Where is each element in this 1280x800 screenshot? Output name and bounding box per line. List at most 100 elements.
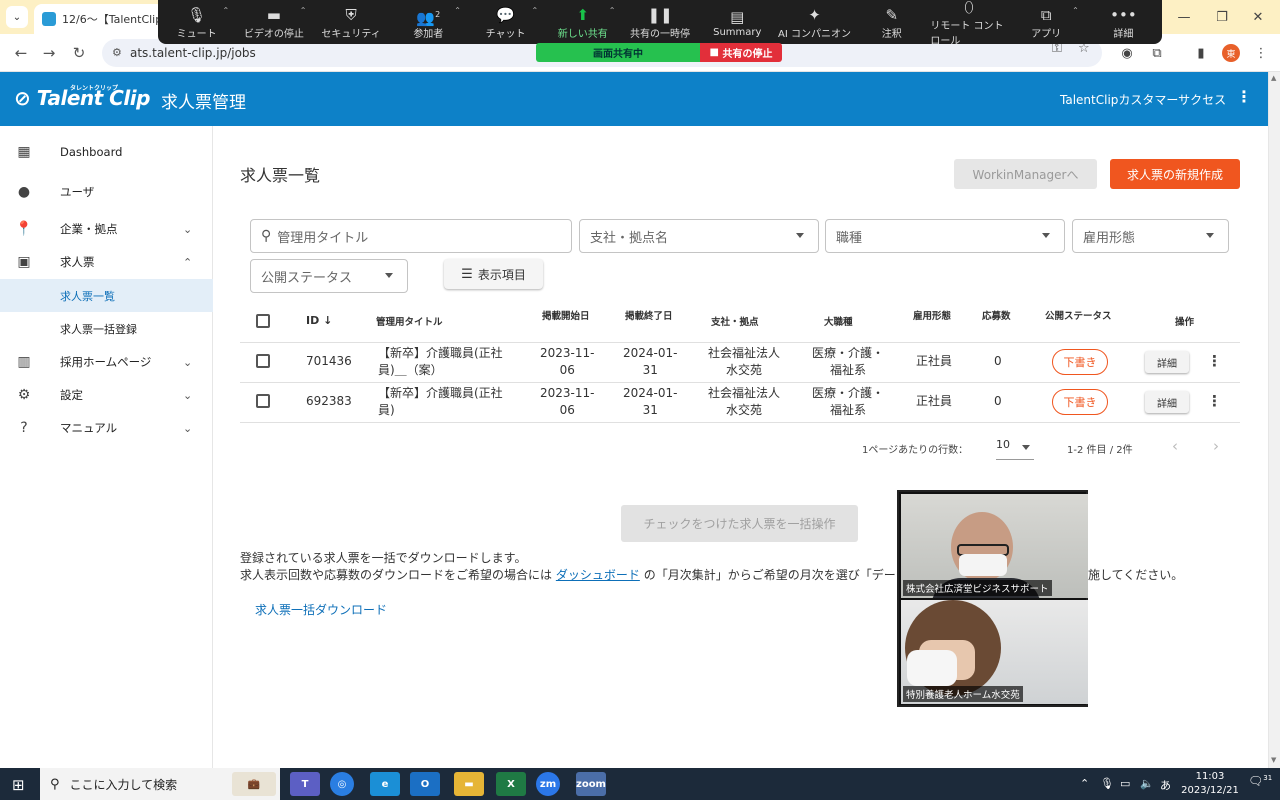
file-explorer-icon[interactable]: ▬: [454, 772, 484, 796]
employment-select[interactable]: 雇用形態: [1072, 219, 1229, 253]
stop-share-button[interactable]: ■ 共有の停止: [700, 43, 782, 62]
outlook-icon[interactable]: O: [410, 772, 440, 796]
notification-icon[interactable]: 🗨31: [1248, 774, 1272, 788]
zoom-video-button[interactable]: ▬ ビデオの停止 ⌃: [235, 0, 312, 44]
sidebar-item-companies[interactable]: 📍 企業・拠点 ⌄: [0, 219, 213, 239]
status-select[interactable]: 公開ステータス: [250, 259, 408, 293]
shield-icon: ⛨: [345, 5, 357, 24]
rows-per-page-select[interactable]: 10: [996, 438, 1034, 460]
edge-icon[interactable]: e: [370, 772, 400, 796]
col-start-date: 掲載開始日: [542, 311, 590, 322]
sidebar-sub-bulk-register[interactable]: 求人票一括登録: [0, 312, 213, 345]
job-type-select[interactable]: 職種: [825, 219, 1065, 253]
sidebar-item-dashboard[interactable]: ▦ Dashboard: [0, 142, 213, 162]
share-icon: ⬆: [576, 5, 590, 24]
zoom-more-button[interactable]: ••• 詳細: [1085, 0, 1162, 44]
rows-per-page-label: 1ページあたりの行数：: [862, 445, 969, 456]
sidebar-item-recruit-site[interactable]: ▥ 採用ホームページ ⌄: [0, 352, 213, 372]
mic-tray-icon[interactable]: 🎙: [1100, 777, 1114, 790]
next-page-icon[interactable]: ›: [1213, 437, 1219, 455]
site-info-icon[interactable]: ⚙: [112, 46, 122, 59]
row-menu-icon[interactable]: ⋮: [1207, 352, 1222, 370]
ime-icon[interactable]: あ: [1160, 777, 1171, 793]
participant-video[interactable]: 特別養護老人ホーム水交苑: [901, 600, 1088, 704]
mic-icon: 🎙: [187, 5, 207, 24]
sidebar-sub-job-list[interactable]: 求人票一覧: [0, 279, 213, 312]
profile-avatar[interactable]: 東: [1222, 44, 1240, 62]
extensions-icon[interactable]: ⧉: [1146, 42, 1168, 64]
browser-tab[interactable]: 12/6〜【TalentClip】契約: [34, 4, 164, 34]
zoom-remote-control-button[interactable]: ⬯ リモート コントロール: [930, 0, 1007, 47]
zoom-new-share-button[interactable]: ⬆ 新しい共有 ⌃: [544, 0, 621, 44]
row-id: 701436: [306, 354, 352, 368]
mouse-icon: ⬯: [964, 0, 974, 16]
sidepanel-icon[interactable]: ▮: [1190, 42, 1212, 64]
zoom-pause-share-button[interactable]: ❚❚ 共有の一時停: [621, 0, 698, 44]
page-title: 求人票一覧: [240, 166, 321, 185]
select-all-checkbox[interactable]: [256, 314, 270, 328]
briefcase-app-icon[interactable]: 💼: [232, 772, 276, 796]
search-input[interactable]: ⚲ 管理用タイトル: [250, 219, 572, 253]
col-end-date: 掲載終了日: [625, 311, 673, 322]
zoom-apps-button[interactable]: ⧉ アプリ ⌃: [1008, 0, 1085, 44]
dashboard-link[interactable]: ダッシュボード: [556, 568, 640, 582]
row-title[interactable]: 【新卒】介護職員(正社 員)＿（案）: [378, 345, 503, 379]
zoom-ai-companion-button[interactable]: ✦ AI コンパニオン: [776, 0, 853, 44]
new-job-button[interactable]: 求人票の新規作成: [1110, 159, 1240, 189]
camera-icon[interactable]: ◉: [1116, 42, 1138, 64]
sharing-indicator[interactable]: 画面共有中: [536, 43, 700, 62]
zoom-participants-button[interactable]: 👥2 参加者 ⌃: [390, 0, 467, 44]
row-checkbox[interactable]: [256, 354, 270, 368]
volume-icon[interactable]: 🔈: [1140, 777, 1154, 790]
row-menu-icon[interactable]: ⋮: [1207, 392, 1222, 410]
zoom-video-panel[interactable]: 株式会社広済堂ビジネスサポート 特別養護老人ホーム水交苑: [897, 490, 1088, 707]
bulk-action-button[interactable]: チェックをつけた求人票を一括操作: [621, 505, 858, 542]
col-id[interactable]: ID ↓: [306, 314, 332, 327]
dropdown-arrow-icon: [1042, 233, 1050, 238]
sidebar-item-jobs[interactable]: ▣ 求人票 ⌃: [0, 252, 213, 272]
account-name[interactable]: TalentClipカスタマーサクセス: [1060, 91, 1226, 108]
detail-button[interactable]: 詳細: [1145, 391, 1189, 413]
row-start-date: 2023-11- 06: [540, 346, 595, 377]
chrome-menu-icon[interactable]: ⋮: [1250, 42, 1272, 64]
zoom-security-button[interactable]: ⛨ セキュリティ: [312, 0, 389, 44]
zoom-summary-button[interactable]: ▤ Summary: [699, 0, 776, 44]
close-window-icon[interactable]: ✕: [1234, 0, 1280, 34]
detail-button[interactable]: 詳細: [1145, 351, 1189, 373]
sidebar-item-users[interactable]: ● ユーザ: [0, 182, 213, 202]
row-checkbox[interactable]: [256, 394, 270, 408]
sidebar-item-manual[interactable]: ? マニュアル ⌄: [0, 418, 213, 438]
windows-start-icon[interactable]: ⊞: [12, 776, 25, 794]
page-scrollbar[interactable]: ▲ ▼: [1268, 72, 1280, 768]
columns-button[interactable]: ☰ 表示項目: [444, 259, 543, 289]
participant-video[interactable]: 株式会社広済堂ビジネスサポート: [901, 494, 1088, 598]
forward-icon[interactable]: →: [38, 42, 60, 64]
tray-chevron-icon[interactable]: ⌃: [1080, 777, 1089, 790]
zoom-meetings-icon[interactable]: zm: [536, 772, 560, 796]
workin-manager-button[interactable]: WorkinManagerへ: [954, 159, 1097, 189]
tab-search-icon[interactable]: ⌄: [6, 6, 28, 28]
prev-page-icon[interactable]: ‹: [1172, 437, 1178, 455]
excel-icon[interactable]: X: [496, 772, 526, 796]
zoom-annotate-button[interactable]: ✎ 注釈: [853, 0, 930, 44]
header-menu-icon[interactable]: ⋮: [1236, 87, 1252, 106]
dropdown-arrow-icon: [1206, 233, 1214, 238]
reload-icon[interactable]: ↻: [68, 42, 90, 64]
back-icon[interactable]: ←: [10, 42, 32, 64]
bulk-download-link[interactable]: 求人票一括ダウンロード: [255, 601, 387, 618]
row-start-date: 2023-11- 06: [540, 386, 595, 417]
zoom-app-icon[interactable]: zoom: [576, 772, 606, 796]
taskbar-clock[interactable]: 11:03 2023/12/21: [1180, 770, 1240, 798]
battery-icon[interactable]: ▭: [1120, 777, 1130, 790]
zoom-toolbar: 🎙 ミュート ⌃ ▬ ビデオの停止 ⌃ ⛨ セキュリティ 👥2 参加者 ⌃ 💬 チャット ⌃ ⬆ 新…: [158, 0, 1162, 47]
zoom-chat-button[interactable]: 💬 チャット ⌃: [467, 0, 544, 44]
branch-select[interactable]: 支社・拠点名: [579, 219, 819, 253]
teams-icon[interactable]: T: [290, 772, 320, 796]
status-badge: 下書き: [1052, 389, 1108, 415]
info-text-1: 登録されている求人票を一括でダウンロードします。: [240, 551, 527, 565]
sidebar-item-settings[interactable]: ⚙ 設定 ⌄: [0, 385, 213, 405]
chrome-icon[interactable]: ◎: [330, 772, 354, 796]
row-title[interactable]: 【新卒】介護職員(正社 員): [378, 385, 503, 419]
col-employment: 雇用形態: [913, 311, 952, 322]
zoom-mute-button[interactable]: 🎙 ミュート ⌃: [158, 0, 235, 44]
